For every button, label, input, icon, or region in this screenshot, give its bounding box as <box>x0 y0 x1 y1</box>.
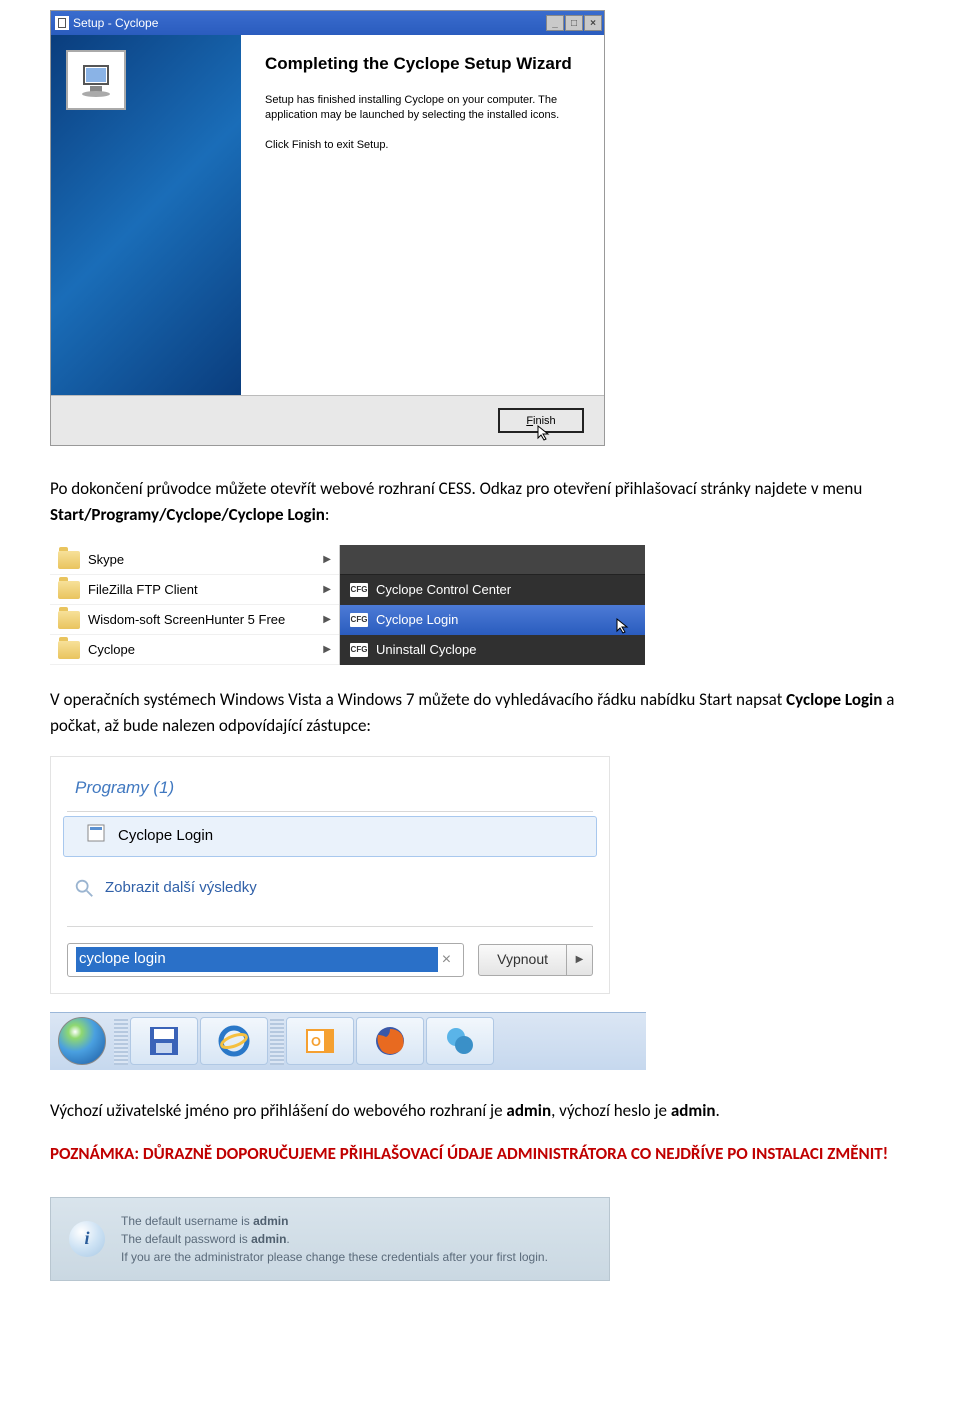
cfg-icon: CFG <box>350 643 368 657</box>
taskbar-app-save[interactable] <box>130 1017 198 1065</box>
start-button[interactable] <box>52 1015 112 1067</box>
close-button[interactable]: × <box>584 15 602 31</box>
taskbar-app-outlook[interactable]: O <box>286 1017 354 1065</box>
sm-sub-cyclope-login[interactable]: CFGCyclope Login <box>340 605 645 635</box>
window-title: Setup - Cyclope <box>73 14 546 32</box>
info-icon: i <box>69 1221 105 1257</box>
divider <box>67 926 593 927</box>
shutdown-menu-arrow[interactable]: ▶ <box>567 944 593 976</box>
shutdown-split-button: Vypnout ▶ <box>478 944 593 976</box>
windows-orb-icon <box>58 1017 106 1065</box>
search-icon <box>73 877 95 899</box>
folder-icon <box>58 641 80 659</box>
computer-icon <box>66 50 126 110</box>
wizard-content: Completing the Cyclope Setup Wizard Setu… <box>241 35 604 395</box>
show-more-results[interactable]: Zobrazit další výsledky <box>51 859 609 924</box>
search-result-cyclope-login[interactable]: Cyclope Login <box>63 816 597 858</box>
window-controls: _ □ × <box>546 15 602 31</box>
shutdown-button[interactable]: Vypnout <box>478 944 567 976</box>
taskbar-app-skype[interactable] <box>426 1017 494 1065</box>
titlebar: Setup - Cyclope _ □ × <box>51 11 604 35</box>
cursor-icon <box>536 424 554 445</box>
minimize-button[interactable]: _ <box>546 15 564 31</box>
setup-icon <box>55 16 69 30</box>
wizard-body: Completing the Cyclope Setup Wizard Setu… <box>51 35 604 395</box>
info-box: i The default username is admin The defa… <box>50 1197 610 1281</box>
sm-sub-control-center[interactable]: CFGCyclope Control Center <box>340 575 645 605</box>
doc-note: POZNÁMKA: DŮRAZNĚ DOPORUČUJEME PŘIHLAŠOV… <box>50 1141 910 1167</box>
win7-search-panel: Programy (1) Cyclope Login Zobrazit dalš… <box>50 756 610 994</box>
info-text: The default username is admin The defaul… <box>121 1212 548 1266</box>
divider <box>67 811 593 812</box>
taskbar-app-ie[interactable] <box>200 1017 268 1065</box>
sm-item-cyclope[interactable]: Cyclope▶ <box>50 635 339 665</box>
clear-icon[interactable]: × <box>438 948 455 972</box>
taskbar-grip <box>270 1017 284 1065</box>
wizard-text-1: Setup has finished installing Cyclope on… <box>265 93 580 124</box>
taskbar: O <box>50 1012 646 1070</box>
doc-paragraph-3: Výchozí uživatelské jméno pro přihlášení… <box>50 1098 910 1124</box>
search-bottom-row: cyclope login × Vypnout ▶ <box>51 931 609 993</box>
start-menu-right: CFGCyclope Control Center CFGCyclope Log… <box>340 545 645 665</box>
svg-text:O: O <box>311 1033 321 1050</box>
arrow-right-icon: ▶ <box>323 642 331 657</box>
arrow-right-icon: ▶ <box>323 612 331 627</box>
arrow-right-icon: ▶ <box>323 552 331 567</box>
wizard-footer: Finish <box>51 395 604 445</box>
search-input[interactable]: cyclope login × <box>67 943 464 977</box>
wizard-sidebar <box>51 35 241 395</box>
folder-icon <box>58 581 80 599</box>
cfg-icon: CFG <box>350 583 368 597</box>
app-icon <box>86 823 106 851</box>
cursor-icon <box>615 617 633 641</box>
doc-paragraph-1: Po dokončení průvodce můžete otevřít web… <box>50 476 910 527</box>
finish-button[interactable]: Finish <box>498 408 584 433</box>
setup-wizard-window: Setup - Cyclope _ □ × Completing the Cyc… <box>50 10 605 446</box>
sm-sub-uninstall[interactable]: CFGUninstall Cyclope <box>340 635 645 665</box>
doc-paragraph-2: V operačních systémech Windows Vista a W… <box>50 687 910 738</box>
start-menu-left: Skype▶ FileZilla FTP Client▶ Wisdom-soft… <box>50 545 340 665</box>
taskbar-grip <box>114 1017 128 1065</box>
sm-item-skype[interactable]: Skype▶ <box>50 545 339 575</box>
search-section-header: Programy (1) <box>51 757 609 809</box>
wizard-heading: Completing the Cyclope Setup Wizard <box>265 53 580 75</box>
cfg-icon: CFG <box>350 613 368 627</box>
start-menu-screenshot: Skype▶ FileZilla FTP Client▶ Wisdom-soft… <box>50 545 645 665</box>
sm-item-screenhunter[interactable]: Wisdom-soft ScreenHunter 5 Free▶ <box>50 605 339 635</box>
wizard-text-2: Click Finish to exit Setup. <box>265 138 580 153</box>
taskbar-app-firefox[interactable] <box>356 1017 424 1065</box>
arrow-right-icon: ▶ <box>323 582 331 597</box>
maximize-button[interactable]: □ <box>565 15 583 31</box>
folder-icon <box>58 611 80 629</box>
sm-item-filezilla[interactable]: FileZilla FTP Client▶ <box>50 575 339 605</box>
folder-icon <box>58 551 80 569</box>
